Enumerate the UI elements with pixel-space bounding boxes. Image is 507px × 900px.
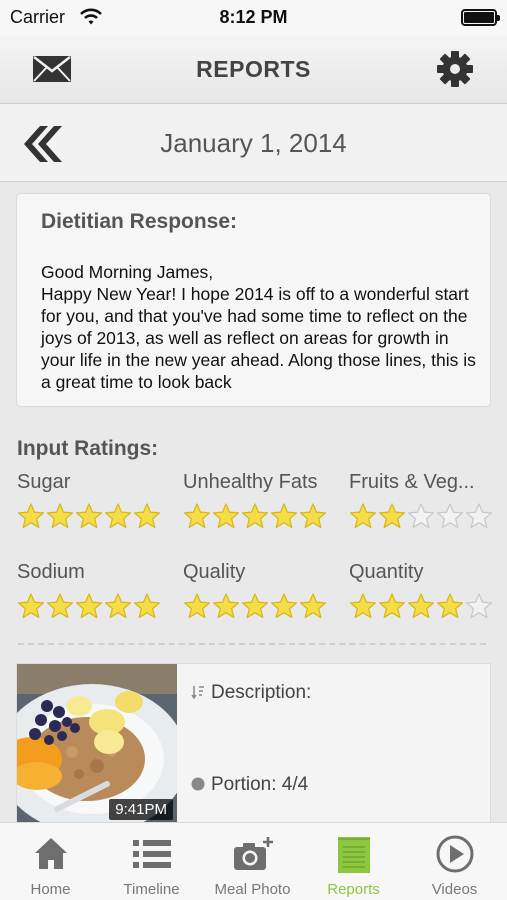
star-filled-icon	[299, 593, 327, 619]
rating-fruits-veg: Fruits & Veg...	[349, 471, 507, 530]
tab-label: Videos	[431, 881, 478, 898]
star-filled-icon	[241, 593, 269, 619]
meal-timestamp: 9:41PM	[109, 799, 173, 820]
star-filled-icon	[75, 503, 103, 529]
meal-entry[interactable]: 9:41PM Description: Portion: 4/4	[16, 663, 491, 824]
star-filled-icon	[212, 503, 240, 529]
star-rating	[17, 502, 177, 530]
star-filled-icon	[75, 593, 103, 619]
meal-portion-label: Portion: 4/4	[211, 774, 309, 795]
star-filled-icon	[17, 503, 45, 529]
star-filled-icon	[241, 503, 269, 529]
star-filled-icon	[183, 503, 211, 529]
star-filled-icon	[104, 503, 132, 529]
star-empty-icon	[407, 503, 435, 529]
star-filled-icon	[46, 593, 74, 619]
tab-meal-photo[interactable]: Meal Photo	[202, 823, 303, 900]
input-ratings-title: Input Ratings:	[17, 437, 159, 460]
rating-quality: Quality	[183, 561, 343, 620]
camera-plus-icon	[234, 837, 273, 870]
rating-unhealthy-fats: Unhealthy Fats	[183, 471, 343, 530]
star-filled-icon	[104, 593, 132, 619]
list-icon	[133, 840, 171, 868]
meal-portion: Portion: 4/4	[191, 774, 308, 796]
tab-home[interactable]: Home	[0, 823, 101, 900]
tab-timeline[interactable]: Timeline	[101, 823, 202, 900]
star-empty-icon	[436, 503, 464, 529]
star-filled-icon	[299, 503, 327, 529]
tab-reports[interactable]: Reports	[303, 823, 404, 900]
star-rating	[17, 592, 177, 620]
rating-sugar: Sugar	[17, 471, 177, 530]
star-filled-icon	[436, 593, 464, 619]
rating-label: Fruits & Veg...	[349, 471, 475, 493]
star-filled-icon	[378, 503, 406, 529]
meal-description: Description:	[191, 682, 311, 704]
home-icon	[35, 838, 67, 869]
star-filled-icon	[270, 593, 298, 619]
rating-label: Sodium	[17, 561, 85, 583]
rating-label: Quality	[183, 561, 246, 583]
tab-videos[interactable]: Videos	[404, 823, 505, 900]
clock: 8:12 PM	[219, 7, 288, 27]
page-title: REPORTS	[196, 56, 311, 82]
star-filled-icon	[349, 503, 377, 529]
tab-label: Reports	[327, 881, 380, 898]
star-empty-icon	[465, 593, 493, 619]
meal-photo[interactable]: 9:41PM	[17, 664, 177, 824]
tab-label: Timeline	[123, 881, 180, 898]
rating-label: Unhealthy Fats	[183, 471, 318, 493]
star-empty-icon	[465, 503, 493, 529]
tab-label: Meal Photo	[214, 881, 291, 898]
rating-quantity: Quantity	[349, 561, 507, 620]
rating-label: Quantity	[349, 561, 424, 583]
status-bar: Carrier 8:12 PM	[0, 0, 507, 36]
date-bar: January 1, 2014	[0, 104, 507, 182]
rating-sodium: Sodium	[17, 561, 177, 620]
star-filled-icon	[133, 503, 161, 529]
star-filled-icon	[407, 593, 435, 619]
play-icon	[436, 835, 474, 873]
star-filled-icon	[46, 503, 74, 529]
star-filled-icon	[133, 593, 161, 619]
navigation-bar: REPORTS	[0, 36, 507, 104]
star-filled-icon	[17, 593, 45, 619]
dietitian-response-message: Good Morning James, Happy New Year! I ho…	[41, 262, 476, 392]
star-filled-icon	[212, 593, 240, 619]
star-filled-icon	[270, 503, 298, 529]
meal-description-label: Description:	[211, 682, 312, 703]
tab-label: Home	[30, 881, 71, 898]
dietitian-response-card[interactable]: Dietitian Response: Good Morning James, …	[16, 193, 491, 407]
star-filled-icon	[349, 593, 377, 619]
dietitian-response-heading: Dietitian Response:	[41, 210, 238, 233]
star-rating	[349, 592, 507, 620]
pie-icon	[191, 777, 205, 791]
report-icon	[338, 837, 370, 873]
gear-icon[interactable]	[436, 50, 474, 88]
star-rating	[183, 502, 343, 530]
sort-icon	[191, 686, 204, 699]
report-date: January 1, 2014	[160, 128, 347, 158]
star-filled-icon	[378, 593, 406, 619]
section-divider	[18, 643, 486, 645]
tab-bar: Home Timeline Meal Photo Reports Videos	[0, 822, 507, 900]
star-rating	[349, 502, 507, 530]
star-filled-icon	[183, 593, 211, 619]
rating-label: Sugar	[17, 471, 71, 493]
star-rating	[183, 592, 343, 620]
battery-icon	[461, 9, 500, 26]
